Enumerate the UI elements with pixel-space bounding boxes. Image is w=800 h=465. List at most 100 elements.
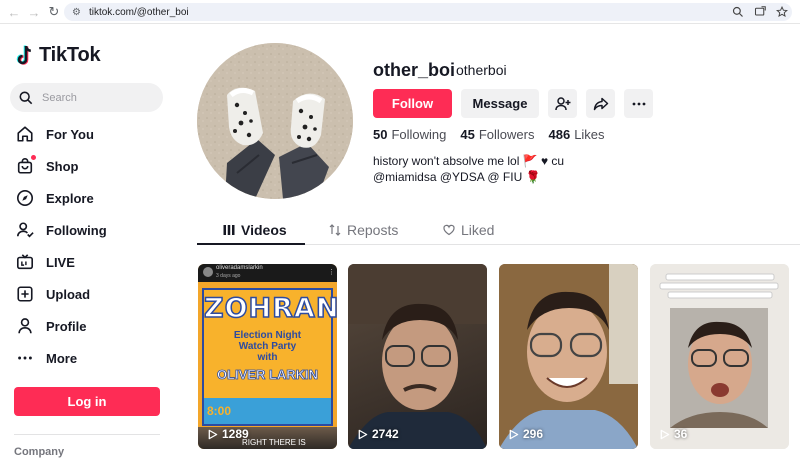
sidebar-item-shop[interactable]: Shop (0, 150, 175, 182)
share-icon (593, 97, 608, 110)
sidebar-item-label: Profile (46, 318, 87, 334)
poster-subtitle: Watch Party (238, 341, 297, 352)
video-thumbnail (499, 264, 638, 449)
video-card[interactable]: oliveradamslarkin 3 days ago ⋮ ZOHRAN El… (198, 264, 337, 449)
tab-label: Liked (461, 222, 495, 238)
profile-bio: history won't absolve me lol 🚩 ♥ cu @mia… (373, 153, 564, 185)
following-label: Following (391, 127, 447, 142)
bio-line: history won't absolve me lol 🚩 ♥ cu (373, 154, 565, 168)
play-icon (208, 429, 218, 439)
tab-label: Videos (241, 222, 287, 238)
poster-time: 8:00 (207, 404, 232, 418)
sidebar-item-more[interactable]: More (0, 342, 175, 374)
login-button[interactable]: Log in (14, 387, 160, 416)
message-button[interactable]: Message (461, 89, 539, 118)
tiktok-logo[interactable]: TikTok (16, 44, 101, 67)
browser-toolbar: ← → ↻ ⚙ tiktok.com/@other_boi (0, 0, 800, 24)
sidebar-item-label: Following (46, 222, 107, 238)
install-app-icon[interactable] (754, 6, 766, 18)
sidebar-item-for-you[interactable]: For You (0, 118, 175, 150)
poster-subtitle: Election Night (233, 330, 302, 341)
view-count: 1289 (207, 427, 249, 441)
following-stat[interactable]: 50 Following (373, 127, 446, 142)
play-icon (358, 429, 368, 439)
following-icon (16, 222, 34, 238)
play-icon (660, 429, 670, 439)
sidebar: TikTok Search For You Shop Explore Follo… (0, 24, 175, 465)
url-text: tiktok.com/@other_boi (88, 6, 189, 18)
sidebar-item-live[interactable]: LIVE (0, 246, 175, 278)
search-placeholder: Search (42, 91, 77, 104)
avatar-photo (197, 43, 353, 199)
video-thumbnail (650, 264, 789, 449)
video-card[interactable]: 36 (650, 264, 789, 449)
sidebar-item-profile[interactable]: Profile (0, 310, 175, 342)
compass-icon (16, 189, 34, 207)
play-icon (509, 429, 519, 439)
tiktok-note-icon (16, 45, 32, 65)
sidebar-divider (14, 434, 160, 435)
home-icon (17, 126, 33, 142)
tab-reposts[interactable]: Reposts (329, 215, 398, 245)
sidebar-nav: For You Shop Explore Following LIVE Uplo… (0, 118, 175, 374)
active-tab-indicator (197, 243, 305, 245)
profile-stats: 50 Following 45 Followers 486 Likes (373, 127, 605, 142)
more-icon (18, 356, 32, 360)
view-count-text: 2742 (372, 427, 399, 441)
sidebar-item-following[interactable]: Following (0, 214, 175, 246)
profile-nickname: otherboi (456, 62, 507, 78)
live-icon (16, 254, 34, 270)
sidebar-item-label: Explore (46, 190, 94, 206)
likes-stat: 486 Likes (548, 127, 604, 142)
sidebar-item-upload[interactable]: Upload (0, 278, 175, 310)
profile-icon (18, 318, 32, 334)
more-horizontal-icon (632, 102, 645, 105)
view-count-text: 1289 (222, 427, 249, 441)
upload-icon (17, 286, 33, 302)
sidebar-item-label: LIVE (46, 254, 75, 270)
more-options-button[interactable] (624, 89, 653, 118)
tab-liked[interactable]: Liked (443, 215, 494, 245)
sidebar-item-explore[interactable]: Explore (0, 182, 175, 214)
video-thumbnail (348, 264, 487, 449)
company-link[interactable]: Company (14, 446, 64, 458)
heart-icon (443, 224, 455, 236)
video-caption: RIGHT THERE IS (242, 438, 306, 447)
profile-username: other_boi (373, 60, 456, 80)
site-settings-icon[interactable]: ⚙ (72, 7, 81, 18)
add-user-icon (554, 96, 570, 110)
poster-subtitle: with (257, 352, 278, 363)
bio-line: @miamidsa @YDSA @ FIU 🌹 (373, 170, 541, 184)
address-bar[interactable]: ⚙ tiktok.com/@other_boi (64, 3, 792, 21)
sidebar-item-label: For You (46, 126, 94, 142)
overlay-more-icon: ⋮ (328, 269, 335, 276)
notification-dot (31, 155, 36, 160)
search-icon (19, 91, 33, 104)
followers-label: Followers (478, 127, 535, 142)
view-count: 2742 (357, 427, 399, 441)
repost-icon (329, 224, 341, 236)
avatar[interactable] (197, 43, 353, 199)
forward-icon[interactable]: → (24, 2, 44, 22)
video-card[interactable]: 296 (499, 264, 638, 449)
view-count: 296 (508, 427, 543, 441)
search-input[interactable]: Search (10, 83, 163, 112)
following-count: 50 (373, 127, 388, 142)
tab-videos[interactable]: Videos (223, 215, 287, 245)
tab-label: Reposts (347, 222, 399, 238)
grid-icon (223, 225, 235, 235)
logo-text: TikTok (39, 44, 101, 66)
view-count-text: 36 (674, 427, 688, 441)
poster-name: OLIVER LARKIN (216, 367, 319, 383)
zoom-icon[interactable] (732, 6, 744, 18)
suggested-accounts-button[interactable] (548, 89, 577, 118)
bookmark-star-icon[interactable] (776, 6, 788, 18)
back-icon[interactable]: ← (4, 2, 24, 22)
reload-icon[interactable]: ↻ (44, 2, 64, 22)
overlay-avatar (203, 267, 213, 277)
share-button[interactable] (586, 89, 615, 118)
video-card[interactable]: 2742 (348, 264, 487, 449)
followers-count: 45 (460, 127, 475, 142)
followers-stat[interactable]: 45 Followers (460, 127, 534, 142)
follow-button[interactable]: Follow (373, 89, 452, 118)
